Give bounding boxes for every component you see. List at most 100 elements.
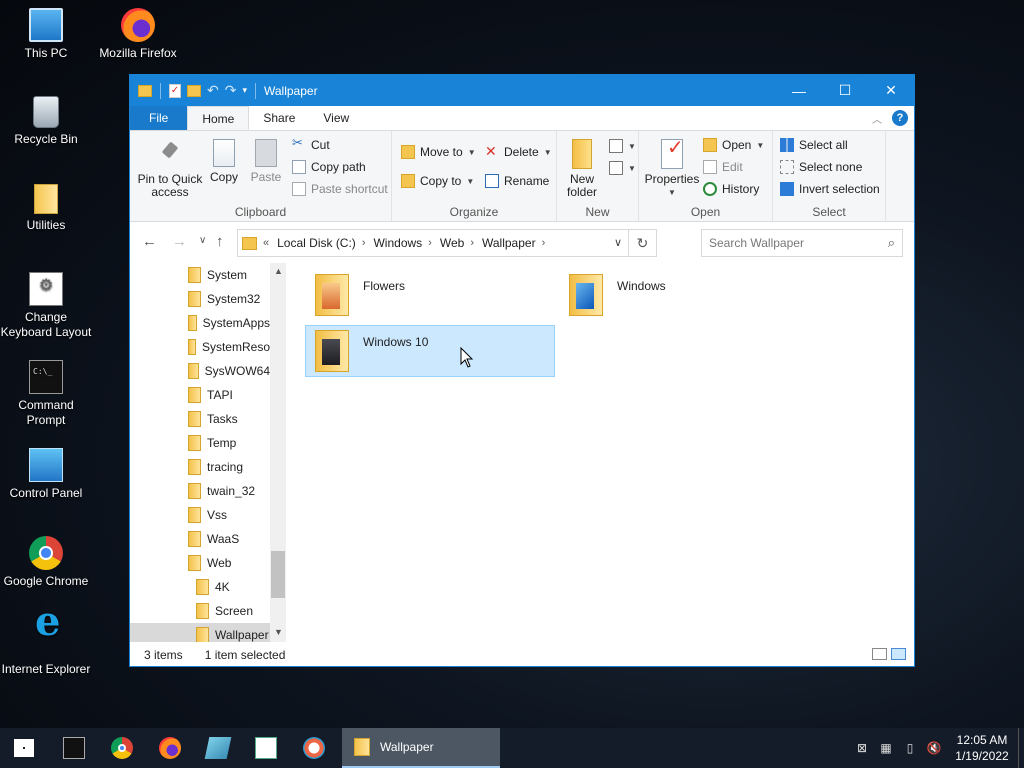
usb-icon[interactable]: ▯ xyxy=(898,741,922,755)
customize-dropdown-icon[interactable]: ▾ xyxy=(242,85,247,96)
tree-item-temp[interactable]: Temp xyxy=(188,431,270,455)
taskbar-firefox[interactable] xyxy=(146,728,194,768)
history-button[interactable]: History xyxy=(703,182,759,196)
breadcrumb-web[interactable]: Web xyxy=(440,236,464,250)
desktop-icon-recycle-bin[interactable]: Recycle Bin xyxy=(0,96,92,147)
undo-icon[interactable]: ↶ xyxy=(207,82,219,99)
refresh-icon[interactable]: ↻ xyxy=(628,230,656,256)
recent-locations-chevron-icon[interactable]: ∨ xyxy=(199,235,206,246)
properties-icon[interactable]: ✓ xyxy=(169,83,181,98)
tree-item-twain32[interactable]: twain_32 xyxy=(188,479,270,503)
taskbar-command-prompt[interactable] xyxy=(50,728,98,768)
taskbar-paint[interactable] xyxy=(290,728,338,768)
tree-item-system[interactable]: System xyxy=(188,263,270,287)
breadcrumb-separator-icon[interactable]: › xyxy=(470,237,474,249)
taskbar-notepad[interactable] xyxy=(194,728,242,768)
desktop-icon-chrome[interactable]: Google Chrome xyxy=(0,536,92,589)
desktop-icon-command-prompt[interactable]: Command Prompt xyxy=(0,360,92,428)
paste-button[interactable]: Paste xyxy=(246,139,286,184)
tree-item-syswow64[interactable]: SysWOW64 xyxy=(188,359,270,383)
properties-button[interactable]: Properties ▼ xyxy=(643,139,701,199)
pin-to-quick-access-button[interactable]: Pin to Quick access xyxy=(134,139,206,199)
tree-item-systemresources[interactable]: SystemReso xyxy=(188,335,270,359)
cut-button[interactable]: Cut xyxy=(292,135,330,152)
invert-selection-button[interactable]: Invert selection xyxy=(780,182,880,196)
breadcrumb-windows[interactable]: Windows xyxy=(373,236,422,250)
up-arrow-icon[interactable]: ↑ xyxy=(216,233,224,250)
tab-home[interactable]: Home xyxy=(187,106,250,130)
color-icon[interactable]: ▦ xyxy=(874,741,898,755)
file-item-windows-10[interactable]: Windows 10 xyxy=(305,325,555,377)
tab-share[interactable]: Share xyxy=(249,106,309,130)
new-item-button[interactable]: ▼ xyxy=(609,139,636,153)
select-none-button[interactable]: Select none xyxy=(780,160,862,174)
file-item-flowers[interactable]: Flowers xyxy=(305,270,555,322)
maximize-button[interactable]: ☐ xyxy=(822,75,868,106)
taskbar-spreadsheet[interactable] xyxy=(242,728,290,768)
breadcrumb-separator-icon[interactable]: › xyxy=(542,237,546,249)
breadcrumb-local-disk[interactable]: Local Disk (C:) xyxy=(277,236,356,250)
tree-item-tracing[interactable]: tracing xyxy=(188,455,270,479)
address-bar[interactable]: « Local Disk (C:) › Windows › Web › Wall… xyxy=(237,229,657,257)
new-folder-button[interactable]: New folder xyxy=(563,139,601,199)
breadcrumb-wallpaper[interactable]: Wallpaper xyxy=(482,236,536,250)
volume-muted-icon[interactable]: 🔇 xyxy=(922,741,946,755)
address-dropdown-icon[interactable]: ∨ xyxy=(614,236,622,249)
details-view-icon[interactable] xyxy=(872,648,887,660)
tree-item-system32[interactable]: System32 xyxy=(188,287,270,311)
redo-icon[interactable]: ↷ xyxy=(225,82,237,99)
move-to-button[interactable]: Move to ▼ xyxy=(401,145,476,159)
tree-item-vss[interactable]: Vss xyxy=(188,503,270,527)
back-arrow-icon[interactable]: ← xyxy=(142,233,157,250)
tree-item-4k[interactable]: 4K xyxy=(196,575,270,599)
desktop-icon-keyboard-layout[interactable]: Change Keyboard Layout xyxy=(0,272,92,340)
rename-button[interactable]: Rename xyxy=(485,174,549,188)
tree-item-systemapps[interactable]: SystemApps xyxy=(188,311,270,335)
search-input[interactable]: Search Wallpaper ⌕ xyxy=(701,229,903,257)
desktop-icon-internet-explorer[interactable]: Internet Explorer xyxy=(0,614,92,677)
tab-file[interactable]: File xyxy=(130,106,188,130)
tree-item-screen[interactable]: Screen xyxy=(196,599,270,623)
desktop-icon-this-pc[interactable]: This PC xyxy=(0,8,92,61)
scroll-up-icon[interactable]: ▲ xyxy=(274,266,283,276)
help-icon[interactable]: ? xyxy=(892,110,908,126)
scrollbar-thumb[interactable] xyxy=(271,551,285,598)
breadcrumb-separator-icon[interactable]: › xyxy=(428,237,432,249)
large-icons-view-icon[interactable] xyxy=(891,648,906,660)
taskbar-chrome[interactable] xyxy=(98,728,146,768)
tree-item-waas[interactable]: WaaS xyxy=(188,527,270,551)
tree-item-wallpaper[interactable]: Wallpaper xyxy=(130,623,270,642)
desktop-icon-firefox[interactable]: Mozilla Firefox xyxy=(92,8,184,61)
tree-item-tapi[interactable]: TAPI xyxy=(188,383,270,407)
desktop-icon-utilities[interactable]: Utilities xyxy=(0,184,92,233)
copy-path-button[interactable]: Copy path xyxy=(292,160,366,174)
show-desktop-button[interactable] xyxy=(1018,728,1024,768)
paste-shortcut-button[interactable]: Paste shortcut xyxy=(292,182,388,196)
scroll-down-icon[interactable]: ▼ xyxy=(274,627,283,637)
easy-access-button[interactable]: ▼ xyxy=(609,161,636,175)
open-button[interactable]: Open ▼ xyxy=(703,138,764,152)
edit-button[interactable]: Edit xyxy=(703,160,743,174)
breadcrumb-overflow[interactable]: « xyxy=(263,237,269,249)
minimize-button[interactable]: — xyxy=(776,75,822,106)
new-folder-icon[interactable] xyxy=(187,84,201,97)
network-icon[interactable]: ⊠ xyxy=(850,741,874,755)
select-all-button[interactable]: Select all xyxy=(780,138,848,152)
file-item-windows[interactable]: Windows xyxy=(559,270,809,322)
tree-item-web[interactable]: Web xyxy=(188,551,270,575)
forward-arrow-icon[interactable]: → xyxy=(172,233,187,250)
collapse-ribbon-icon[interactable]: ︿ xyxy=(872,111,882,126)
breadcrumb-separator-icon[interactable]: › xyxy=(362,237,366,249)
copy-to-button[interactable]: Copy to ▼ xyxy=(401,174,474,188)
start-button[interactable] xyxy=(0,728,48,768)
tree-item-tasks[interactable]: Tasks xyxy=(188,407,270,431)
delete-button[interactable]: Delete ▼ xyxy=(485,143,552,160)
desktop-icon-control-panel[interactable]: Control Panel xyxy=(0,448,92,501)
tab-view[interactable]: View xyxy=(309,106,363,130)
navigation-scrollbar[interactable]: ▲ ▼ xyxy=(270,263,286,642)
copy-button[interactable]: Copy xyxy=(206,139,242,184)
taskbar-explorer-window[interactable]: Wallpaper xyxy=(342,728,500,768)
title-bar[interactable]: ✓ ↶ ↷ ▾ Wallpaper — ☐ ✕ xyxy=(130,75,914,106)
clock[interactable]: 12:05 AM 1/19/2022 xyxy=(946,732,1018,764)
close-button[interactable]: ✕ xyxy=(868,75,914,106)
